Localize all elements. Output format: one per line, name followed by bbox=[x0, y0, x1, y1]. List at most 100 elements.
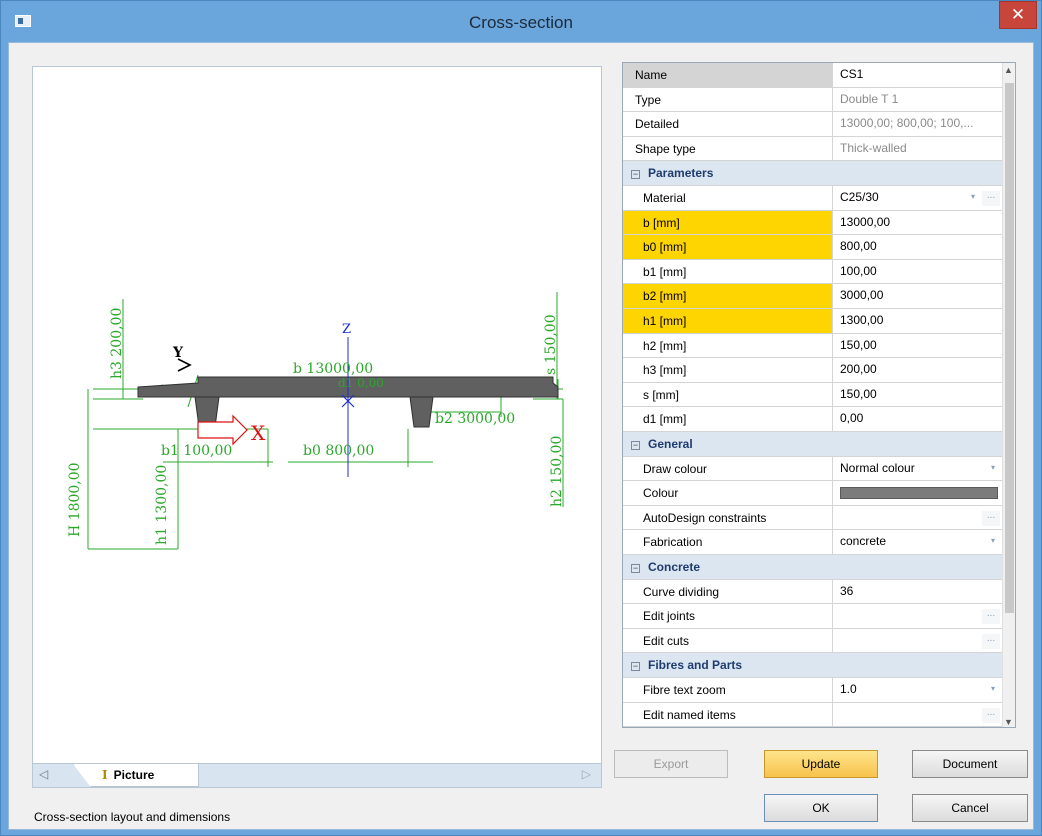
property-value[interactable]: 36 bbox=[834, 580, 1004, 604]
window-title: Cross-section bbox=[469, 13, 573, 32]
property-row-s-mm[interactable]: s [mm] 150,00 bbox=[623, 382, 1004, 408]
scroll-up-icon[interactable]: ▲ bbox=[1004, 65, 1013, 75]
property-value[interactable]: 200,00 bbox=[834, 358, 1004, 382]
scroll-down-icon[interactable]: ▼ bbox=[1004, 717, 1013, 727]
category-concrete[interactable]: − Concrete bbox=[623, 555, 1003, 580]
property-label: Colour bbox=[623, 481, 833, 505]
view-tab-strip: ◁ I Picture ▷ bbox=[32, 764, 602, 788]
property-value[interactable]: ... bbox=[834, 703, 1004, 727]
colour-swatch[interactable] bbox=[840, 487, 998, 500]
dropdown-arrow-icon[interactable]: ▾ bbox=[986, 682, 1000, 698]
property-row-curve-dividing[interactable]: Curve dividing 36 bbox=[623, 579, 1004, 605]
property-value[interactable]: C25/30 ▾... bbox=[834, 186, 1004, 210]
property-row-edit-named-items[interactable]: Edit named items... bbox=[623, 702, 1004, 727]
property-row-autodesign-constraints[interactable]: AutoDesign constraints... bbox=[623, 505, 1004, 531]
property-row-h3-mm[interactable]: h3 [mm] 200,00 bbox=[623, 358, 1003, 383]
property-row-edit-joints[interactable]: Edit joints... bbox=[623, 604, 1003, 629]
property-value[interactable]: 13000,00; 800,00; 100,... bbox=[834, 112, 1004, 136]
property-label: d1 [mm] bbox=[623, 407, 833, 431]
property-value[interactable]: 3000,00 bbox=[834, 284, 1004, 308]
ok-button[interactable]: OK bbox=[764, 794, 878, 822]
property-row-d1-mm[interactable]: d1 [mm] 0,00 bbox=[623, 407, 1003, 432]
property-value[interactable]: 1300,00 bbox=[834, 309, 1004, 333]
property-value[interactable]: ... bbox=[834, 604, 1004, 628]
axis-label-x: X bbox=[251, 421, 266, 445]
dropdown-arrow-icon[interactable]: ▾ bbox=[986, 534, 1000, 550]
property-value-text: C25/30 bbox=[840, 190, 879, 204]
property-row-draw-colour[interactable]: Draw colour Normal colour ▾ bbox=[623, 456, 1004, 482]
property-value[interactable]: Normal colour ▾ bbox=[834, 457, 1004, 481]
property-row-detailed[interactable]: Detailed 13000,00; 800,00; 100,... bbox=[623, 112, 1003, 137]
picture-panel[interactable]: Z Y X b 13000,00 d1 0,00 b1 100,00 b0 80… bbox=[32, 66, 602, 764]
property-row-edit-cuts[interactable]: Edit cuts... bbox=[623, 628, 1004, 654]
tab-picture[interactable]: I Picture bbox=[73, 764, 199, 787]
property-value[interactable]: Double T 1 bbox=[834, 88, 1004, 112]
close-button[interactable]: ✕ bbox=[999, 1, 1037, 29]
ellipsis-button[interactable]: ... bbox=[982, 609, 1000, 625]
property-value[interactable]: 150,00 bbox=[834, 383, 1004, 407]
collapse-icon[interactable]: − bbox=[631, 662, 640, 672]
property-label: h1 [mm] bbox=[623, 309, 833, 333]
cancel-button[interactable]: Cancel bbox=[912, 794, 1028, 822]
dim-label-b1: b1 100,00 bbox=[161, 443, 232, 459]
property-row-b0-mm[interactable]: b0 [mm] 800,00 bbox=[623, 235, 1003, 260]
property-row-fibre-text-zoom[interactable]: Fibre text zoom 1.0 ▾ bbox=[623, 678, 1003, 703]
dropdown-arrow-icon[interactable]: ▾ bbox=[966, 190, 980, 206]
tab-scroll-right-icon[interactable]: ▷ bbox=[582, 767, 591, 781]
property-label: Edit named items bbox=[623, 702, 833, 727]
collapse-icon[interactable]: − bbox=[631, 564, 640, 573]
document-button[interactable]: Document bbox=[912, 750, 1028, 778]
property-value-text: concrete bbox=[840, 534, 887, 549]
property-value-text: 100,00 bbox=[840, 263, 877, 278]
property-label: Shape type bbox=[623, 136, 833, 161]
property-row-material[interactable]: Material C25/30 ▾... bbox=[623, 186, 1003, 211]
collapse-icon[interactable]: − bbox=[631, 170, 640, 180]
tab-scroll-left-icon[interactable]: ◁ bbox=[39, 767, 48, 781]
property-label: Fibre text zoom bbox=[623, 678, 833, 702]
property-value[interactable]: Thick-walled bbox=[834, 137, 1004, 161]
property-row-colour[interactable]: Colour bbox=[623, 481, 1003, 506]
property-row-b-mm[interactable]: b [mm] 13000,00 bbox=[623, 210, 1004, 236]
property-row-b1-mm[interactable]: b1 [mm] 100,00 bbox=[623, 259, 1004, 285]
update-button[interactable]: Update bbox=[764, 750, 878, 778]
property-value[interactable]: 800,00 bbox=[834, 235, 1004, 259]
category-label: − Parameters bbox=[623, 161, 1003, 185]
property-value[interactable]: 100,00 bbox=[834, 260, 1004, 284]
property-row-name[interactable]: Name CS1 bbox=[623, 63, 1003, 88]
dim-label-h3: h3 200,00 bbox=[109, 308, 125, 379]
property-row-h1-mm[interactable]: h1 [mm] 1300,00 bbox=[623, 309, 1003, 334]
property-value[interactable]: 1.0 ▾ bbox=[834, 678, 1004, 702]
property-value[interactable]: ... bbox=[834, 506, 1004, 530]
property-value-text: 200,00 bbox=[840, 362, 877, 377]
axis-label-y: Y bbox=[172, 345, 184, 361]
ellipsis-button[interactable]: ... bbox=[982, 633, 1000, 649]
ellipsis-button[interactable]: ... bbox=[982, 510, 1000, 526]
property-value[interactable]: 150,00 bbox=[834, 334, 1004, 358]
category-parameters[interactable]: − Parameters bbox=[623, 161, 1003, 186]
property-value[interactable]: 13000,00 bbox=[834, 211, 1004, 235]
dropdown-arrow-icon[interactable]: ▾ bbox=[986, 461, 1000, 477]
collapse-icon[interactable]: − bbox=[631, 441, 640, 450]
property-scrollbar[interactable]: ▲ ▼ bbox=[1002, 63, 1015, 727]
scrollbar-thumb[interactable] bbox=[1005, 83, 1014, 613]
property-row-type[interactable]: Type Double T 1 bbox=[623, 87, 1004, 113]
ellipsis-button[interactable]: ... bbox=[982, 707, 1000, 723]
property-row-h2-mm[interactable]: h2 [mm] 150,00 bbox=[623, 333, 1004, 359]
property-grid[interactable]: Name CS1 Type Double T 1 Detailed 13000,00; 8… bbox=[622, 62, 1016, 728]
category-text: Fibres and Parts bbox=[648, 658, 743, 673]
property-row-fabrication[interactable]: Fabrication concrete ▾ bbox=[623, 530, 1003, 555]
property-value[interactable]: ... bbox=[834, 629, 1004, 653]
export-button[interactable]: Export bbox=[614, 750, 728, 778]
property-value[interactable] bbox=[834, 481, 1004, 505]
category-fibres-and-parts[interactable]: − Fibres and Parts bbox=[623, 653, 1003, 678]
property-label: Fabrication bbox=[623, 530, 833, 554]
property-row-b2-mm[interactable]: b2 [mm] 3000,00 bbox=[623, 284, 1003, 309]
category-general[interactable]: − General bbox=[623, 432, 1003, 457]
property-value-text: 13000,00 bbox=[840, 214, 891, 229]
property-row-shape-type[interactable]: Shape type Thick-walled bbox=[623, 136, 1004, 162]
ellipsis-button[interactable]: ... bbox=[982, 191, 1000, 206]
property-value[interactable]: CS1 bbox=[834, 63, 1004, 87]
property-value[interactable]: concrete ▾ bbox=[834, 530, 1004, 554]
property-label: b0 [mm] bbox=[623, 235, 833, 259]
property-value[interactable]: 0,00 bbox=[834, 407, 1004, 431]
